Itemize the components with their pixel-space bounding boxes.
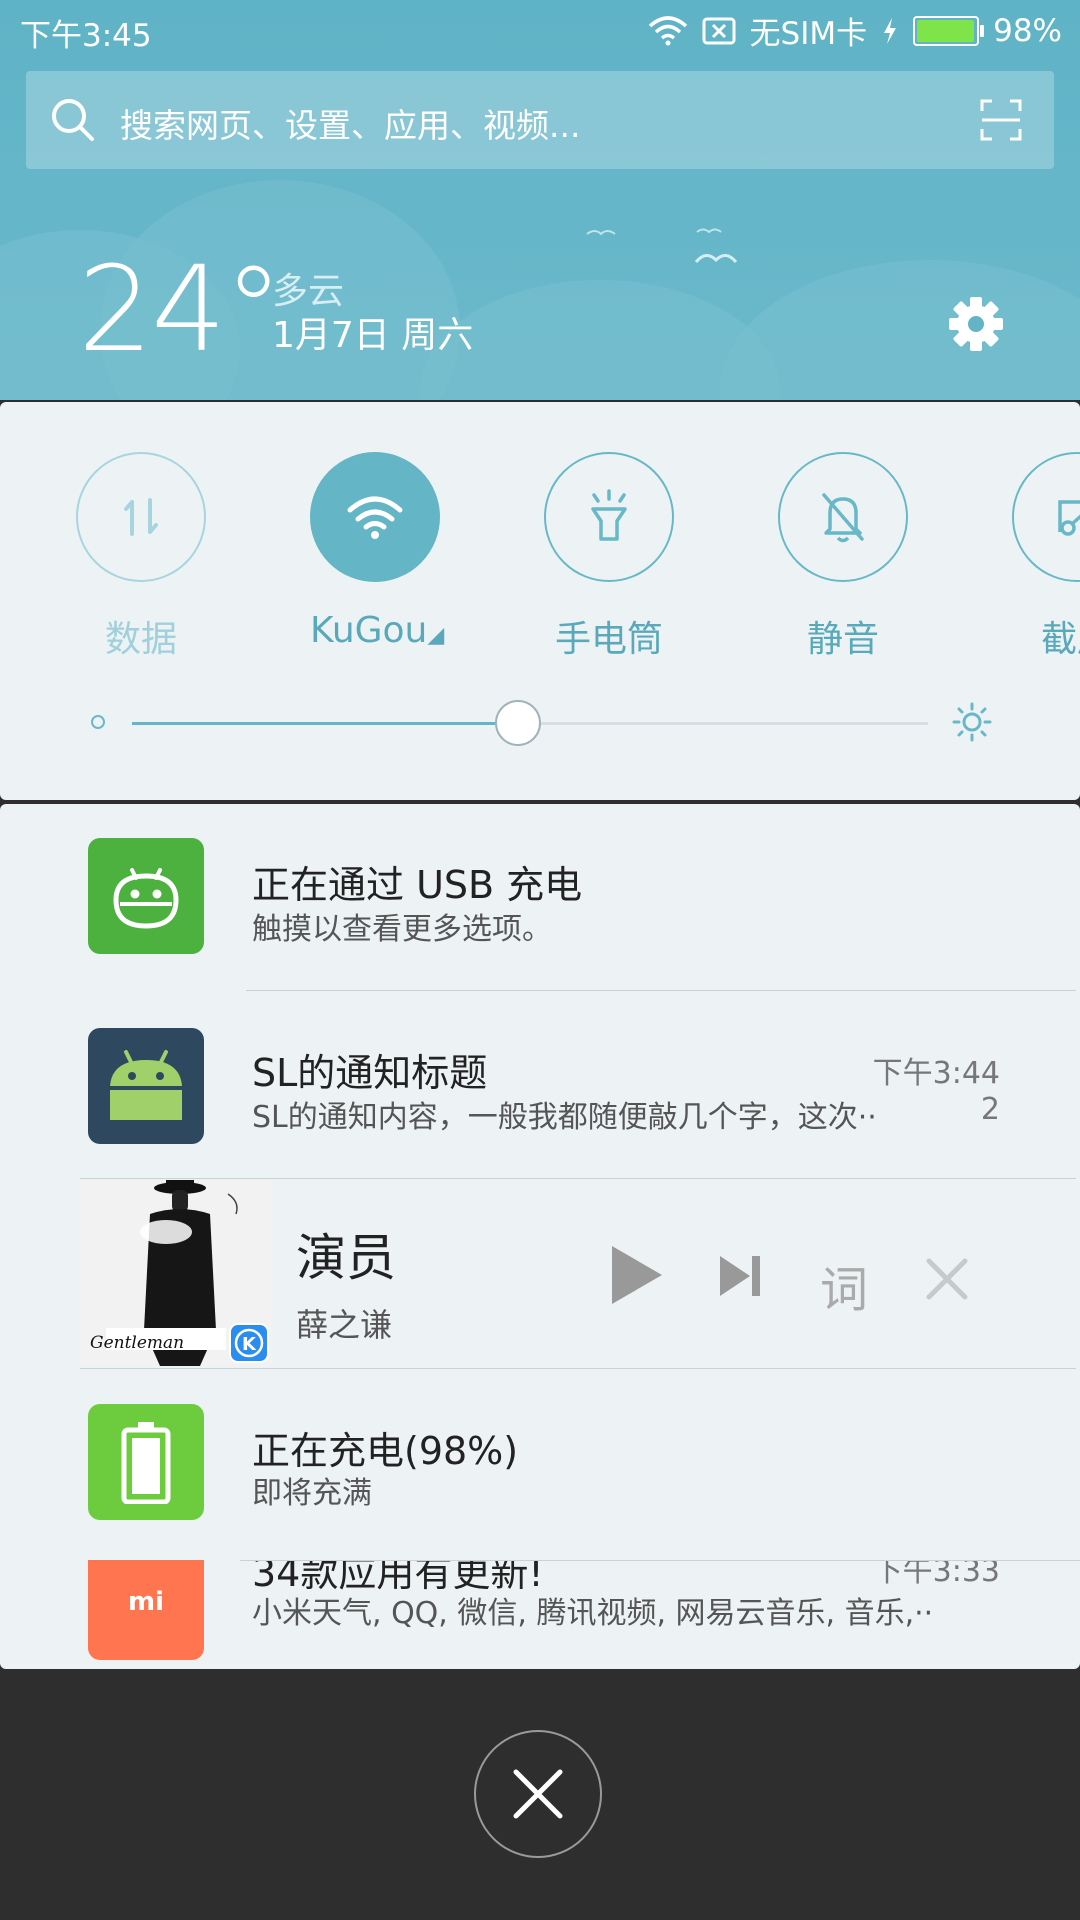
toggle-circle	[1012, 452, 1080, 582]
no-sim-icon	[702, 17, 736, 44]
toggle-circle	[778, 452, 908, 582]
android-robot-icon	[113, 868, 179, 929]
artist-name: 薛之谦	[296, 1306, 393, 1344]
sim-status: 无SIM卡	[749, 16, 868, 52]
flashlight-icon	[591, 489, 627, 541]
battery-level-fill	[917, 19, 974, 42]
usb-app-icon	[88, 838, 204, 954]
divider	[240, 1560, 1080, 1561]
toggle-circle	[76, 452, 206, 582]
notification-title: SL的通知标题	[252, 1051, 488, 1095]
album-title-text: Gentleman	[90, 1333, 184, 1353]
battery-cap	[980, 24, 985, 37]
toggle-flashlight[interactable]: 手电筒	[544, 452, 674, 662]
date-label: 1月7日 周六	[272, 315, 474, 356]
divider	[80, 1178, 1076, 1179]
charging-app-icon	[88, 1404, 204, 1520]
toggle-label: 数据	[104, 619, 177, 660]
data-arrows-icon	[124, 498, 158, 536]
dropdown-triangle-icon: ◢	[427, 623, 445, 648]
brightness-thumb[interactable]	[495, 700, 542, 746]
lyrics-button[interactable]: 词	[820, 1250, 868, 1320]
status-bar: 下午3:45 无SIM卡 98%	[0, 0, 1080, 60]
brightness-fill	[132, 722, 519, 725]
gear-icon[interactable]	[948, 296, 1004, 352]
album-cover: Gentleman K	[80, 1180, 272, 1366]
search-bar[interactable]: 搜索网页、设置、应用、视频...	[26, 71, 1054, 169]
status-icons: 无SIM卡 98%	[648, 8, 1062, 53]
mi-logo-icon: mi	[127, 1587, 164, 1617]
toggle-mute[interactable]: 静音	[778, 452, 908, 662]
bell-off-icon	[822, 493, 864, 543]
toggle-screenshot[interactable]: 截屏	[1012, 452, 1080, 662]
close-icon[interactable]	[926, 1258, 968, 1300]
brightness-low-icon	[91, 715, 105, 729]
bottom-area	[0, 1670, 1080, 1920]
play-button[interactable]	[608, 1244, 664, 1306]
mi-app-icon: mi	[88, 1544, 204, 1660]
search-icon	[52, 99, 94, 141]
notification-title: 正在通过 USB 充电	[252, 863, 583, 907]
screenshot-icon	[1058, 500, 1080, 536]
wifi-network-name: KuGou	[310, 610, 428, 651]
svg-text:K: K	[242, 1334, 257, 1355]
toggle-data[interactable]: 数据	[76, 452, 206, 662]
notification-list: 正在通过 USB 充电 触摸以查看更多选项。 SL的通知标题 下午3:44 SL…	[0, 804, 1080, 1669]
toggle-circle	[544, 452, 674, 582]
divider	[246, 990, 1076, 991]
android-icon	[110, 1050, 182, 1120]
toggle-label: 截屏	[1040, 619, 1080, 660]
status-time: 下午3:45	[20, 18, 152, 54]
notification-time: 下午3:44	[872, 1056, 1000, 1091]
toggle-wifi[interactable]: KuGou◢	[310, 452, 444, 651]
music-notification[interactable]: Gentleman K 演员 薛之谦 词	[80, 1180, 1080, 1366]
search-placeholder: 搜索网页、设置、应用、视频...	[120, 106, 581, 145]
notification-text: 小米天气, QQ, 微信, 腾讯视频, 网易云音乐, 音乐,··	[252, 1596, 934, 1631]
battery-icon	[121, 1422, 171, 1504]
notification-title: 正在充电(98%)	[252, 1429, 519, 1473]
battery-percent: 98%	[993, 12, 1062, 49]
divider	[80, 1368, 1076, 1369]
clear-all-button[interactable]	[474, 1730, 602, 1858]
notification-header: 下午3:45 无SIM卡 98% 搜索网页、设置、应用、视频... 24° 多云…	[0, 0, 1080, 400]
battery-icon	[913, 15, 985, 46]
brightness-high-icon	[952, 702, 992, 742]
toggle-circle	[310, 452, 440, 582]
wifi-icon	[648, 15, 687, 45]
notification-charging[interactable]: 正在充电(98%) 即将充满	[0, 804, 1080, 1520]
toggle-label: 静音	[806, 619, 879, 660]
notification-text: 触摸以查看更多选项。	[252, 912, 552, 947]
scan-icon[interactable]	[980, 99, 1022, 141]
song-title: 演员	[296, 1229, 396, 1287]
wifi-icon	[347, 496, 403, 539]
cloud-decoration	[420, 280, 780, 400]
quick-settings-panel: 数据 KuGou◢ 手电筒 静音 截	[0, 402, 1080, 800]
toggle-label: KuGou◢	[310, 610, 444, 651]
close-icon	[513, 1769, 563, 1819]
next-button[interactable]	[718, 1254, 762, 1298]
notification-count: 2	[980, 1092, 1000, 1127]
temperature[interactable]: 24°	[78, 240, 283, 378]
toggle-label: 手电筒	[554, 619, 663, 660]
notification-text: 即将充满	[252, 1476, 372, 1511]
bird-decoration	[694, 254, 738, 264]
album-art: Gentleman K	[80, 1180, 272, 1366]
charging-bolt-icon	[884, 17, 897, 44]
notification-text: SL的通知内容，一般我都随便敲几个字，这次··	[252, 1100, 877, 1135]
sl-app-icon	[88, 1028, 204, 1144]
